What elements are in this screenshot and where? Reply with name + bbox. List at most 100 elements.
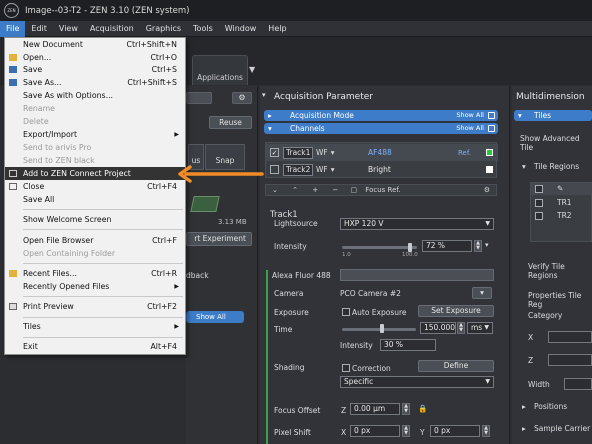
menu-item-delete[interactable]: Delete (5, 115, 185, 128)
gear-icon[interactable]: ⚙ (232, 92, 252, 104)
track2-name[interactable]: Track2 (283, 163, 313, 176)
gear-icon[interactable]: ⚙ (484, 185, 490, 195)
menu-item-send-to-zen-black[interactable]: Send to ZEN black (5, 154, 185, 167)
intensity-input[interactable]: 72 % (422, 240, 472, 252)
auto-exposure-checkbox[interactable] (342, 308, 350, 316)
dye-name-field[interactable] (340, 269, 494, 281)
define-button[interactable]: Define (418, 360, 494, 372)
intensity-slider[interactable] (342, 246, 417, 249)
track1-checkbox[interactable]: ✓ (270, 148, 279, 157)
menu-item-rename[interactable]: Rename (5, 102, 185, 115)
menu-item-open-file-browser[interactable]: Open File Browser Ctrl+F (5, 234, 185, 247)
track2-checkbox[interactable] (270, 165, 279, 174)
track1-color-swatch[interactable] (486, 149, 493, 156)
menu-graphics[interactable]: Graphics (140, 21, 187, 37)
left-dropdown[interactable] (186, 92, 212, 104)
z-input[interactable] (548, 354, 592, 366)
time-stepper[interactable]: ▲ ▼ (457, 322, 465, 334)
focus-offset-stepper[interactable]: ▲ ▼ (402, 403, 410, 415)
time-slider[interactable] (342, 328, 416, 331)
chevron-down-icon[interactable]: ▾ (331, 165, 335, 174)
menu-file[interactable]: File (0, 20, 26, 37)
show-all-toggle[interactable]: Show All (186, 311, 244, 323)
collapse-icon[interactable]: ▾ (522, 162, 526, 171)
expand-up-icon[interactable]: ⌃ (292, 186, 298, 194)
menu-item-recent-files[interactable]: Recent Files... Ctrl+R (5, 267, 185, 280)
tr2-checkbox[interactable] (535, 212, 543, 220)
start-experiment-button[interactable]: rt Experiment (186, 232, 252, 246)
menu-item-send-to-arivis[interactable]: Send to arivis Pro (5, 141, 185, 154)
menu-item-export-import[interactable]: Export/Import ▶ (5, 128, 185, 141)
expand-icon[interactable]: ▸ (522, 424, 526, 433)
set-exposure-button[interactable]: Set Exposure (418, 305, 494, 317)
pin-icon[interactable] (488, 112, 495, 119)
pixel-shift-y-input[interactable]: 0 px (430, 425, 480, 437)
tab-applications[interactable]: Applications (192, 55, 248, 85)
lightsource-dropdown[interactable]: HXP 120 V ▼ (340, 218, 494, 230)
width-input[interactable] (564, 378, 592, 390)
acquisition-mode-bar[interactable]: ▸ Acquisition Mode Show All (264, 110, 498, 121)
tr1-checkbox[interactable] (535, 199, 543, 207)
time-slider-handle[interactable] (380, 324, 384, 333)
menu-window[interactable]: Window (219, 21, 263, 37)
menu-item-save[interactable]: Save Ctrl+S (5, 63, 185, 76)
show-all-label[interactable]: Show All (456, 123, 484, 134)
chevron-down-icon[interactable]: ▼ (249, 65, 255, 74)
pixel-shift-x-input[interactable]: 0 px (350, 425, 400, 437)
tiles-bar[interactable]: ▾ Tiles (514, 110, 592, 121)
x-input[interactable] (548, 331, 592, 343)
track2-color-swatch[interactable] (486, 166, 493, 173)
reuse-button[interactable]: Reuse (209, 116, 252, 129)
chevron-down-icon[interactable]: ▾ (485, 241, 489, 249)
menu-edit[interactable]: Edit (25, 21, 53, 37)
menu-item-print-preview[interactable]: Print Preview Ctrl+F2 (5, 300, 185, 313)
pixel-shift-y-stepper[interactable]: ▲ ▼ (482, 425, 490, 437)
intensity-slider-handle[interactable] (408, 243, 412, 252)
menu-item-show-welcome-screen[interactable]: Show Welcome Screen (5, 213, 185, 226)
menu-item-close[interactable]: Close Ctrl+F4 (5, 180, 185, 193)
menu-help[interactable]: Help (262, 21, 292, 37)
show-all-label[interactable]: Show All (456, 110, 484, 121)
lock-icon[interactable]: 🔒 (418, 404, 427, 413)
menu-item-add-to-zen-connect[interactable]: Add to ZEN Connect Project (5, 167, 185, 180)
focus-ref-button[interactable]: Focus Ref. (365, 186, 400, 194)
channels-bar[interactable]: ▾ Channels Show All (264, 123, 498, 134)
camera-intensity-input[interactable]: 30 % (380, 339, 436, 351)
copy-icon[interactable]: ▢ (350, 186, 357, 194)
menu-item-tiles[interactable]: Tiles ▶ (5, 320, 185, 333)
menu-tools[interactable]: Tools (187, 21, 219, 37)
add-track-button[interactable]: + (312, 186, 318, 194)
remove-track-button[interactable]: − (332, 186, 338, 194)
menu-acquisition[interactable]: Acquisition (84, 21, 140, 37)
menu-item-open-containing-folder[interactable]: Open Containing Folder (5, 247, 185, 260)
track2-mode[interactable]: WF (316, 165, 328, 174)
menu-item-recently-opened-files[interactable]: Recently Opened Files ▶ (5, 280, 185, 293)
focus-offset-input[interactable]: 0.00 µm (350, 403, 400, 415)
menu-view[interactable]: View (53, 21, 84, 37)
chevron-down-icon[interactable]: ▾ (331, 148, 335, 157)
tr2-label: TR2 (557, 211, 572, 220)
pixel-shift-x-stepper[interactable]: ▲ ▼ (402, 425, 410, 437)
menu-item-save-as[interactable]: Save As... Ctrl+Shift+S (5, 76, 185, 89)
menu-item-save-all[interactable]: Save All (5, 193, 185, 206)
table-row[interactable]: TR1 (531, 197, 592, 209)
intensity-stepper[interactable]: ▲ ▼ (474, 240, 482, 252)
time-input[interactable]: 150.000 (420, 322, 456, 334)
expand-icon[interactable]: ▸ (522, 402, 526, 411)
select-all-checkbox[interactable] (535, 185, 543, 193)
collapse-icon[interactable]: ⌄ (272, 186, 278, 194)
shading-mode-dropdown[interactable]: Specific ▼ (340, 376, 494, 388)
menu-item-save-as-with-options[interactable]: Save As with Options... (5, 89, 185, 102)
track1-name[interactable]: Track1 (283, 146, 313, 159)
chevron-down-icon[interactable]: ▾ (262, 91, 266, 99)
table-row[interactable]: ✓ Track1 WF ▾ AF488 Ref. (266, 144, 498, 161)
correction-checkbox[interactable] (342, 364, 350, 372)
track1-mode[interactable]: WF (316, 148, 328, 157)
table-row[interactable]: TR2 (531, 210, 592, 222)
table-row[interactable]: Track2 WF ▾ Bright (266, 161, 498, 178)
camera-settings-button[interactable]: ▾ (472, 287, 492, 299)
menu-item-new-document[interactable]: New Document Ctrl+Shift+N (5, 38, 185, 51)
time-unit-dropdown[interactable]: ms ▼ (467, 322, 493, 334)
menu-item-exit[interactable]: Exit Alt+F4 (5, 340, 185, 353)
pin-icon[interactable] (488, 125, 495, 132)
